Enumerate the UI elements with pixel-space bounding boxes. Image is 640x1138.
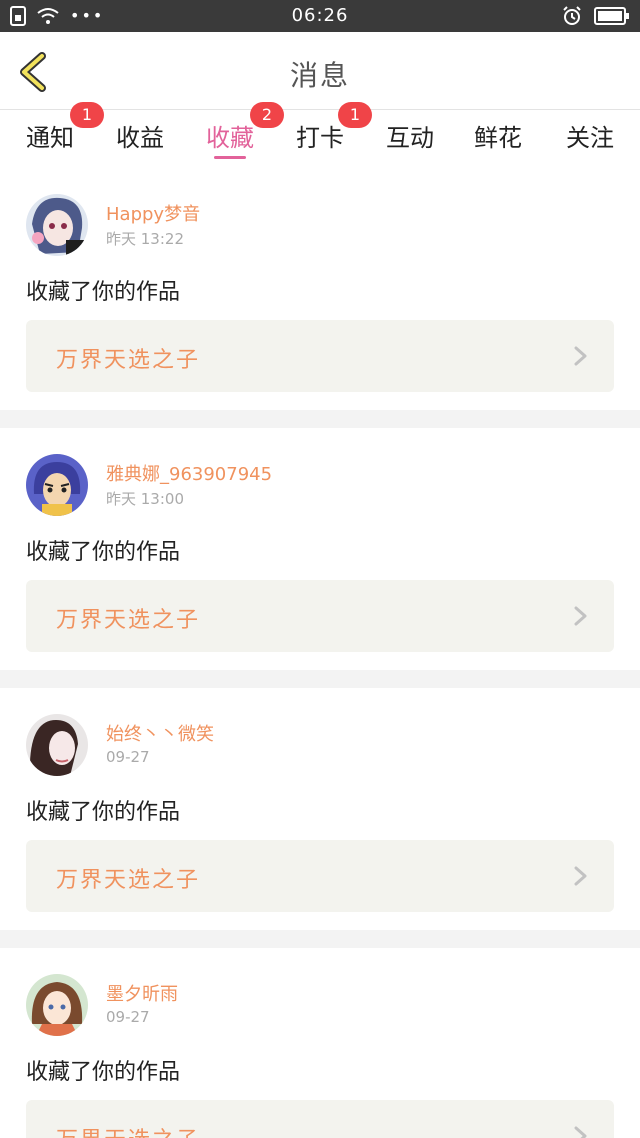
- card-divider: [0, 930, 640, 948]
- avatar[interactable]: [26, 714, 88, 776]
- chevron-right-icon: [574, 606, 587, 626]
- timestamp: 昨天 13:22: [106, 230, 184, 248]
- chevron-right-icon: [574, 866, 587, 886]
- status-right: [562, 6, 630, 26]
- page-title: 消息: [289, 59, 350, 92]
- action-text: 收藏了你的作品: [26, 800, 181, 825]
- tab-favorites[interactable]: 收藏: [206, 118, 254, 159]
- alarm-icon: [563, 6, 581, 25]
- tab-notifications[interactable]: 通知: [26, 118, 74, 153]
- username[interactable]: 始终丶丶微笑: [106, 720, 214, 746]
- header: 消息: [0, 32, 640, 110]
- card-divider: [0, 410, 640, 428]
- status-time: 06:26: [291, 5, 349, 26]
- card-divider: [0, 670, 640, 688]
- message-card: 雅典娜_963907945 昨天 13:00 收藏了你的作品 万界天选之子: [0, 428, 640, 670]
- tab-earnings[interactable]: 收益: [116, 118, 164, 153]
- avatar-image: [26, 454, 88, 516]
- message-card: 始终丶丶微笑 09-27 收藏了你的作品 万界天选之子: [0, 688, 640, 930]
- message-card: 墨夕昕雨 09-27 收藏了你的作品 万界天选之子: [0, 948, 640, 1138]
- work-link[interactable]: 万界天选之子: [26, 320, 614, 392]
- active-tab-indicator: [214, 156, 246, 159]
- avatar[interactable]: [26, 974, 88, 1036]
- tab-label: 互动: [386, 124, 434, 152]
- work-link[interactable]: 万界天选之子: [26, 840, 614, 912]
- work-title: 万界天选之子: [56, 348, 201, 373]
- tab-follows[interactable]: 关注: [566, 118, 614, 153]
- tab-label: 收藏: [206, 124, 254, 152]
- notification-badge: 2: [250, 102, 284, 128]
- avatar[interactable]: [26, 454, 88, 516]
- battery-icon: [594, 7, 629, 25]
- avatar-image: [26, 714, 88, 776]
- tab-checkin[interactable]: 打卡: [296, 118, 344, 153]
- action-text: 收藏了你的作品: [26, 280, 181, 305]
- status-bar: ••• 06:26: [0, 0, 640, 32]
- tab-bar: 通知 1 收益 收藏 2 打卡 1 互动 鲜花 关注: [0, 102, 640, 168]
- action-text: 收藏了你的作品: [26, 540, 181, 565]
- chevron-right-icon: [574, 346, 587, 366]
- notification-badge: 1: [70, 102, 104, 128]
- action-text: 收藏了你的作品: [26, 1060, 181, 1085]
- username[interactable]: Happy梦音: [106, 200, 200, 226]
- tab-label: 通知: [26, 124, 74, 152]
- avatar[interactable]: [26, 194, 88, 256]
- work-title: 万界天选之子: [56, 868, 201, 893]
- work-title: 万界天选之子: [56, 1122, 200, 1138]
- timestamp: 09-27: [106, 748, 150, 766]
- chevron-right-icon: [574, 1126, 587, 1138]
- tab-interactions[interactable]: 互动: [386, 118, 434, 153]
- tab-label: 关注: [566, 124, 614, 152]
- work-link[interactable]: 万界天选之子: [26, 1100, 614, 1138]
- message-card: Happy梦音 昨天 13:22 收藏了你的作品 万界天选之子: [0, 168, 640, 410]
- timestamp: 昨天 13:00: [106, 490, 184, 508]
- username[interactable]: 墨夕昕雨: [106, 980, 178, 1006]
- tab-label: 打卡: [296, 124, 344, 152]
- notification-badge: 1: [338, 102, 372, 128]
- username[interactable]: 雅典娜_963907945: [106, 460, 272, 486]
- timestamp: 09-27: [106, 1008, 150, 1026]
- avatar-image: [26, 974, 88, 1036]
- work-link[interactable]: 万界天选之子: [26, 580, 614, 652]
- tab-label: 收益: [116, 124, 164, 152]
- tab-flowers[interactable]: 鲜花: [474, 118, 522, 153]
- tab-label: 鲜花: [474, 124, 522, 152]
- avatar-image: [26, 194, 88, 256]
- work-title: 万界天选之子: [56, 608, 201, 633]
